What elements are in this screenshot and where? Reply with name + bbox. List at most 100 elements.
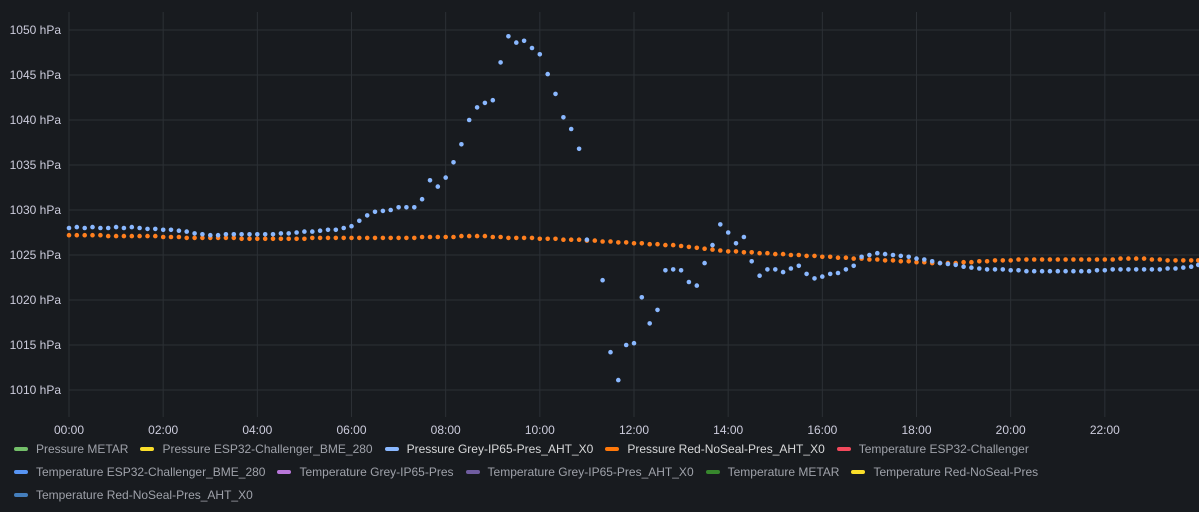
data-point [969,259,974,265]
data-point [239,236,244,242]
data-point [121,225,127,231]
data-point [702,246,707,251]
data-point [1173,258,1178,263]
data-point [1188,264,1194,270]
y-tick-label: 1010 hPa [10,383,62,397]
legend-item[interactable]: Pressure Grey-IP65-Pres_AHT_X0 [384,441,593,457]
data-point [1173,266,1178,271]
data-point [341,235,347,241]
data-point [372,235,378,241]
data-point [647,241,652,247]
data-point [553,236,558,242]
data-point [992,267,998,272]
data-point [137,233,142,239]
data-point [733,241,739,246]
data-point [600,277,605,283]
data-point [90,224,95,230]
data-point [137,225,142,231]
data-point [333,227,339,233]
data-point [184,235,189,241]
data-point [325,227,331,233]
data-point [827,271,833,277]
legend-item[interactable]: Temperature Grey-IP65-Pres_AHT_X0 [465,464,694,480]
legend-label: Temperature ESP32-Challenger [858,442,1029,456]
data-point [333,235,339,241]
data-point [725,249,731,254]
data-point [1118,256,1123,261]
data-point [906,259,911,264]
data-point [1149,257,1155,262]
data-point [875,250,880,256]
legend-item[interactable]: Temperature ESP32-Challenger_BME_280 [14,464,265,480]
legend-item[interactable]: Temperature Red-NoSeal-Pres [851,464,1038,480]
data-point [568,126,574,132]
data-point [529,45,535,51]
data-point [380,208,386,214]
legend-item[interactable]: Pressure Red-NoSeal-Pres_AHT_X0 [605,441,825,457]
legend-item[interactable]: Temperature Grey-IP65-Pres [277,464,454,480]
data-point [310,229,315,234]
data-point [474,233,480,239]
legend-swatch [605,447,620,451]
data-point [1000,258,1006,263]
data-point [804,253,809,259]
data-point [584,237,590,242]
data-point [364,235,370,241]
data-point [129,233,135,239]
data-point [294,230,299,235]
data-point [82,232,87,238]
data-point [796,263,802,269]
y-tick-label: 1035 hPa [10,158,62,172]
legend-label: Temperature ESP32-Challenger_BME_280 [36,465,266,479]
data-point [820,274,825,279]
data-point [435,234,441,240]
data-point [1102,268,1108,273]
legend-item[interactable]: Temperature Red-NoSeal-Pres_AHT_X0 [14,487,253,503]
data-point [710,247,715,252]
x-axis: 00:00 02:00 04:00 06:00 08:00 10:00 12:00 14:00… [54,423,1120,437]
data-point [678,243,684,249]
data-point [506,235,511,241]
data-point [521,38,527,44]
data-point [466,233,472,239]
legend-swatch [14,493,28,497]
data-point [835,255,841,260]
legend-swatch [14,447,28,451]
data-point [827,254,833,260]
data-point [1047,257,1053,262]
data-point [1024,257,1029,262]
data-point [286,231,292,236]
data-point [474,105,480,110]
data-point [247,236,252,242]
data-point [239,232,244,237]
data-point [1157,267,1163,272]
data-point [317,228,323,233]
data-point [969,265,974,270]
data-point [490,97,496,103]
legend-item[interactable]: Pressure ESP32-Challenger_BME_280 [140,441,373,457]
data-point [254,232,260,237]
data-point [545,71,550,77]
legend-swatch [465,470,480,474]
x-tick-label: 10:00 [525,423,555,437]
data-point [1024,268,1029,274]
data-point [1110,267,1115,272]
data-point [765,250,770,256]
data-point [1094,268,1100,273]
data-point [215,232,221,238]
data-point [427,234,433,240]
data-point [404,205,409,210]
legend-item[interactable]: Temperature ESP32-Challenger [836,441,1029,457]
y-tick-label: 1015 hPa [10,338,62,352]
data-point [1086,257,1092,262]
data-point [623,342,629,348]
y-tick-label: 1040 hPa [10,113,62,127]
data-point [254,236,260,242]
data-point [1126,267,1131,272]
data-point [694,283,700,288]
x-tick-label: 22:00 [1090,423,1120,437]
legend-item[interactable]: Temperature METAR [705,464,839,480]
data-point [741,234,747,240]
data-point [757,273,762,279]
legend-item[interactable]: Pressure METAR [14,441,128,457]
